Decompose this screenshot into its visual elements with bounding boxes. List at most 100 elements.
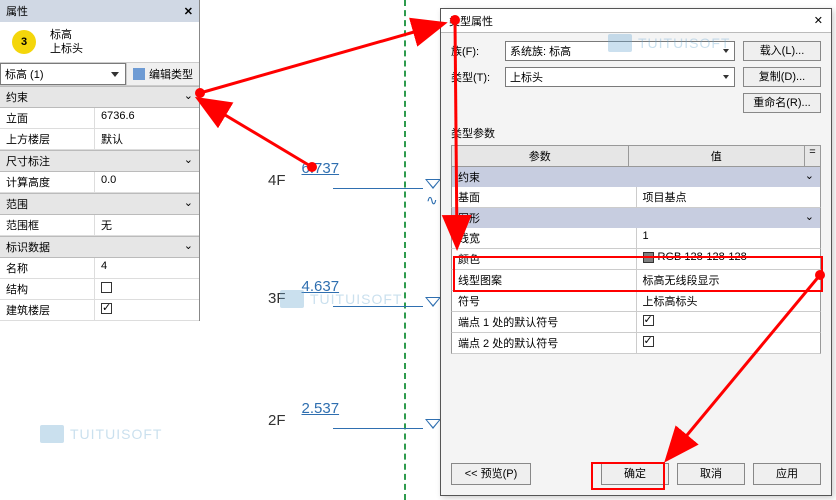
level-4f-value: 6.737 xyxy=(302,160,340,177)
linepat-key: 线型图案 xyxy=(452,270,637,290)
calc-value[interactable]: 0.0 xyxy=(95,172,199,192)
duplicate-button[interactable]: 复制(D)... xyxy=(743,67,821,87)
watermark: TUITUISOFT xyxy=(40,425,162,443)
row-scope-box: 范围框无 xyxy=(0,215,199,236)
bstory-key: 建筑楼层 xyxy=(0,300,95,320)
dialog-footer: << 预览(P) 确定 取消 应用 xyxy=(441,463,831,485)
level-4f-line xyxy=(333,188,423,189)
family-dropdown[interactable]: 系统族: 标高 xyxy=(505,41,735,61)
color-swatch-icon xyxy=(643,252,654,263)
properties-header: 3 标高 上标头 xyxy=(0,22,199,63)
level-3f-line xyxy=(333,306,423,307)
scopebox-key: 范围框 xyxy=(0,215,95,235)
end1-checkbox[interactable] xyxy=(643,315,654,326)
level-marker-icon xyxy=(425,419,441,429)
row-structural: 结构 xyxy=(0,279,199,300)
base-key: 基面 xyxy=(452,187,637,207)
dialog-titlebar[interactable]: 类型属性 ✕ xyxy=(441,9,831,33)
bstory-checkbox[interactable] xyxy=(101,303,112,314)
level-2f-name: 2F xyxy=(268,412,286,429)
calc-key: 计算高度 xyxy=(0,172,95,192)
type-properties-dialog: 类型属性 ✕ 族(F): 系统族: 标高 载入(L)... 类型(T): 上标头… xyxy=(440,8,832,496)
hdr-eq: = xyxy=(804,146,820,166)
apply-button[interactable]: 应用 xyxy=(753,463,821,485)
edit-type-icon xyxy=(133,68,145,80)
level-4f[interactable]: 4F 6.737 xyxy=(268,172,441,189)
linepat-val[interactable]: 标高无线段显示 xyxy=(637,270,821,290)
hdr-param: 参数 xyxy=(452,146,629,166)
symbol-val[interactable]: 上标高标头 xyxy=(637,291,821,311)
end1-key: 端点 1 处的默认符号 xyxy=(452,312,637,332)
group-constraints-label: 约束 xyxy=(458,169,480,185)
level-2f-line xyxy=(333,428,423,429)
row-lineweight: 线宽1 xyxy=(451,228,821,249)
family-row: 族(F): 系统族: 标高 载入(L)... xyxy=(451,41,821,61)
row-building-story: 建筑楼层 xyxy=(0,300,199,321)
rename-button[interactable]: 重命名(R)... xyxy=(743,93,821,113)
row-base: 基面项目基点 xyxy=(451,187,821,208)
color-text: RGB 128-128-128 xyxy=(658,251,747,263)
edit-type-label: 编辑类型 xyxy=(149,66,193,82)
step-badge: 3 xyxy=(12,30,36,54)
section-constraints[interactable]: 约束 ⌄ xyxy=(0,86,199,108)
type-dropdown[interactable]: 上标头 xyxy=(505,67,735,87)
row-line-pattern: 线型图案标高无线段显示 xyxy=(451,270,821,291)
end2-val[interactable] xyxy=(637,333,821,353)
section-scope-label: 范围 xyxy=(6,196,28,212)
end2-checkbox[interactable] xyxy=(643,336,654,347)
scopebox-value[interactable]: 无 xyxy=(95,215,199,235)
upper-value[interactable]: 默认 xyxy=(95,129,199,149)
struct-key: 结构 xyxy=(0,279,95,299)
symbol-key: 符号 xyxy=(452,291,637,311)
row-calc-height: 计算高度0.0 xyxy=(0,172,199,193)
dialog-body: 族(F): 系统族: 标高 载入(L)... 类型(T): 上标头 复制(D).… xyxy=(441,33,831,362)
properties-panel: 属性 ✕ 3 标高 上标头 标高 (1) 编辑类型 约束 ⌄ 立面6736.6 上… xyxy=(0,0,200,321)
ok-button[interactable]: 确定 xyxy=(601,463,669,485)
bstory-value[interactable] xyxy=(95,300,199,320)
properties-titlebar: 属性 ✕ xyxy=(0,0,199,22)
name-value[interactable]: 4 xyxy=(95,258,199,278)
end2-key: 端点 2 处的默认符号 xyxy=(452,333,637,353)
row-color: 颜色RGB 128-128-128 xyxy=(451,249,821,270)
row-end2: 端点 2 处的默认符号 xyxy=(451,333,821,354)
struct-checkbox[interactable] xyxy=(101,282,112,293)
type-selector-value: 标高 (1) xyxy=(5,66,44,82)
row-name: 名称4 xyxy=(0,258,199,279)
group-constraints[interactable]: 约束 ⌄ xyxy=(451,167,821,187)
section-scope[interactable]: 范围⌄ xyxy=(0,193,199,215)
level-3f[interactable]: 3F 4.637 xyxy=(268,290,441,307)
type-selector-dropdown[interactable]: 标高 (1) xyxy=(0,63,126,85)
section-identity[interactable]: 标识数据 ⌄ xyxy=(0,236,199,258)
expand-icon: ⌄ xyxy=(805,169,814,185)
break-symbol-icon: ∿ xyxy=(426,192,438,209)
level-marker-icon xyxy=(425,179,441,189)
level-2f[interactable]: 2F 2.537 xyxy=(268,412,441,429)
level-marker-icon xyxy=(425,297,441,307)
base-val[interactable]: 项目基点 xyxy=(637,187,821,207)
load-button[interactable]: 载入(L)... xyxy=(743,41,821,61)
cancel-button[interactable]: 取消 xyxy=(677,463,745,485)
collapse-icon: ⌄ xyxy=(184,89,193,105)
type-label: 类型(T): xyxy=(451,69,505,85)
elev-value[interactable]: 6736.6 xyxy=(95,108,199,128)
dialog-close-icon[interactable]: ✕ xyxy=(814,14,823,27)
level-3f-name: 3F xyxy=(268,290,286,307)
section-id-label: 标识数据 xyxy=(6,239,50,255)
end1-val[interactable] xyxy=(637,312,821,332)
group-graphics[interactable]: 图形⌄ xyxy=(451,208,821,228)
section-constraints-label: 约束 xyxy=(6,89,28,105)
lw-val[interactable]: 1 xyxy=(637,228,821,248)
edit-type-button[interactable]: 编辑类型 xyxy=(126,63,199,85)
struct-value[interactable] xyxy=(95,279,199,299)
section-dim-label: 尺寸标注 xyxy=(6,153,50,169)
upper-key: 上方楼层 xyxy=(0,129,95,149)
color-val[interactable]: RGB 128-128-128 xyxy=(637,249,821,269)
collapse-icon: ⌄ xyxy=(184,239,193,255)
family-name-label: 标高 xyxy=(50,28,83,42)
properties-close-icon[interactable]: ✕ xyxy=(184,5,193,18)
rename-row: 重命名(R)... xyxy=(451,93,821,113)
section-dimensions[interactable]: 尺寸标注⌄ xyxy=(0,150,199,172)
level-4f-name: 4F xyxy=(268,172,286,189)
preview-button[interactable]: << 预览(P) xyxy=(451,463,531,485)
row-elevation: 立面6736.6 xyxy=(0,108,199,129)
